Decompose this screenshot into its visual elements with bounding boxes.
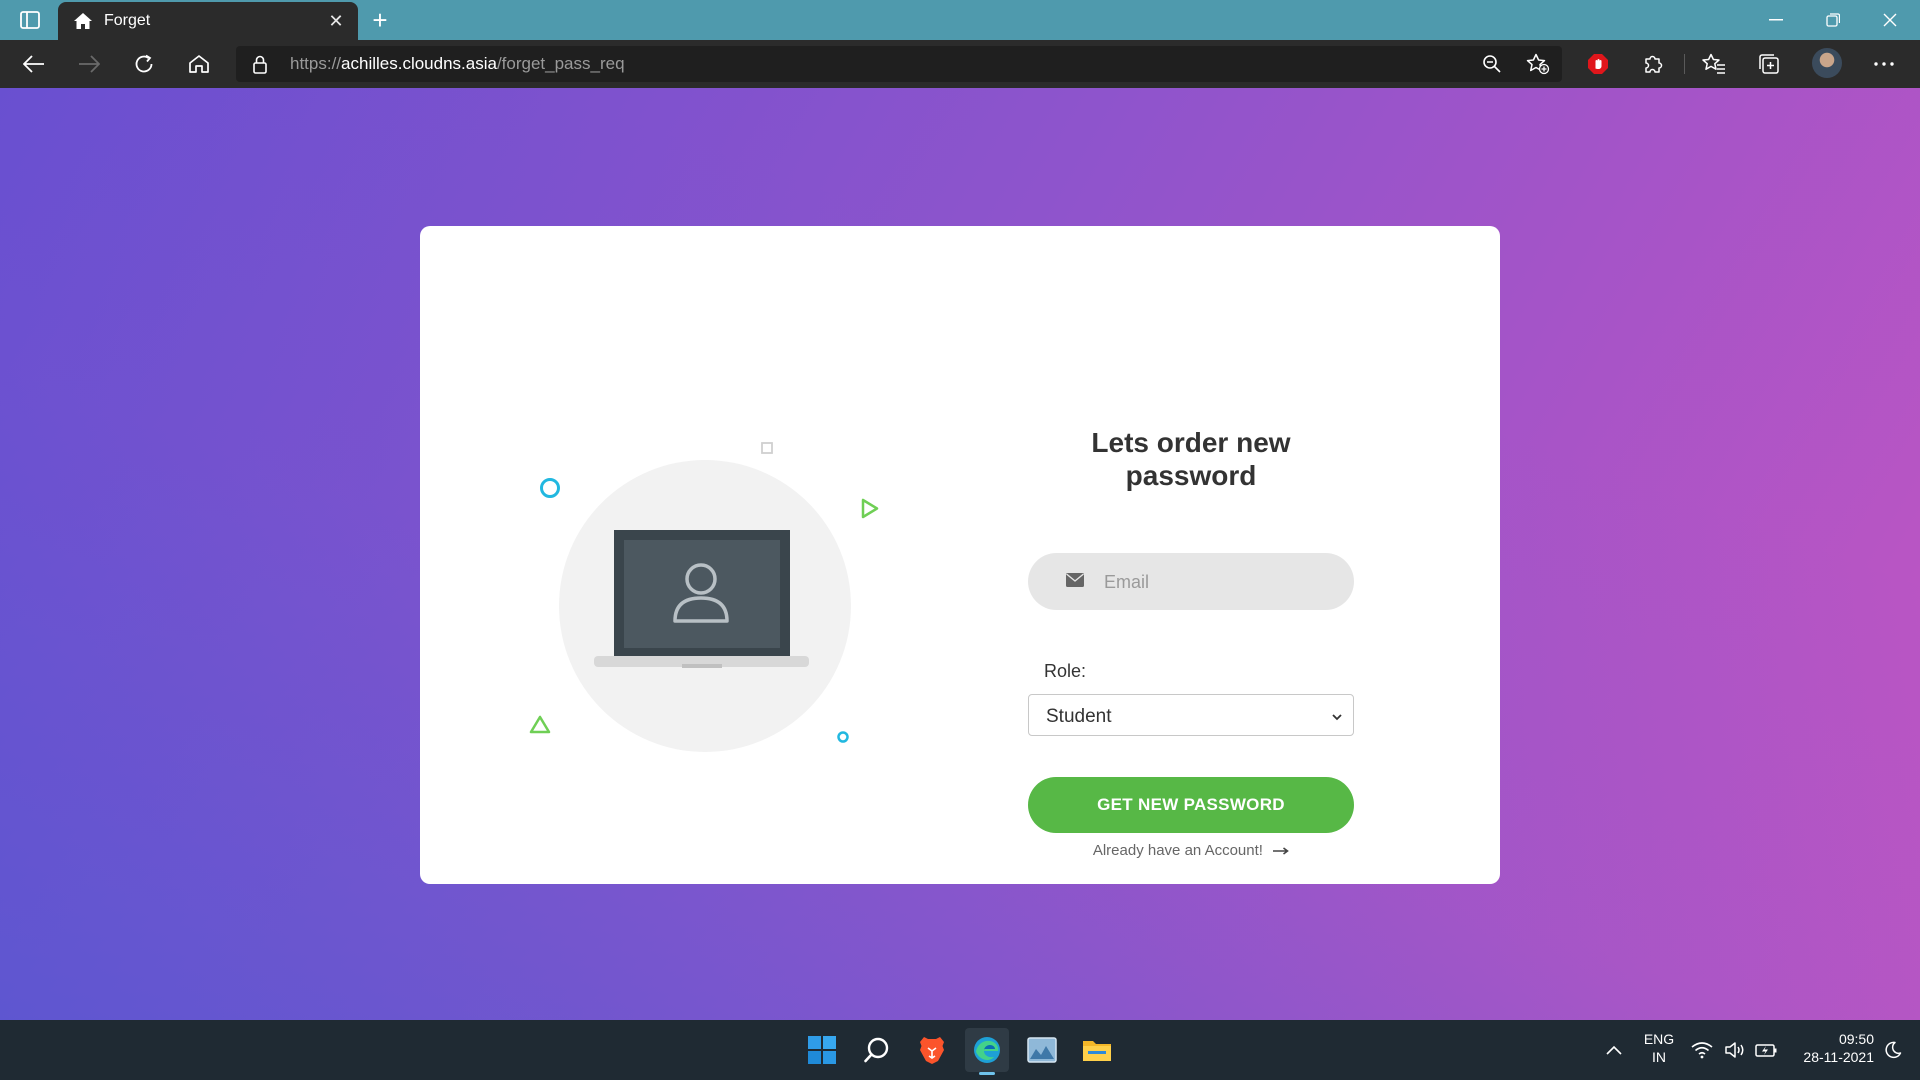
windows-start-icon[interactable] [800, 1028, 844, 1072]
url-text[interactable]: https://achilles.cloudns.asia/forget_pas… [290, 54, 625, 74]
tab-title: Forget [104, 12, 151, 29]
windows-taskbar: ENG IN 09:50 28-11-2021 [0, 1020, 1920, 1080]
url-scheme: https:// [290, 54, 342, 73]
email-input[interactable] [1102, 553, 1336, 612]
chevron-down-icon [1331, 710, 1343, 722]
collections-icon[interactable] [1749, 46, 1789, 82]
brave-browser-icon[interactable] [910, 1028, 954, 1072]
close-tab-icon[interactable]: ✕ [322, 7, 350, 35]
extensions-puzzle-icon[interactable] [1633, 46, 1673, 82]
profile-avatar[interactable] [1812, 48, 1842, 78]
clock-time: 09:50 [1838, 1031, 1874, 1047]
back-arrow-icon[interactable] [14, 46, 54, 82]
favorites-icon[interactable] [1694, 46, 1734, 82]
close-window-icon[interactable] [1862, 4, 1918, 36]
lock-icon[interactable] [250, 54, 270, 74]
url-host: achilles.cloudns.asia [341, 54, 497, 73]
more-menu-icon[interactable] [1864, 46, 1904, 82]
login-link[interactable]: Already have an Account! [1028, 841, 1354, 861]
clock[interactable]: 09:50 28-11-2021 [1788, 1030, 1874, 1066]
restore-icon[interactable] [1805, 4, 1861, 36]
search-icon[interactable] [855, 1028, 899, 1072]
home-favicon-icon [72, 10, 94, 32]
role-selected-value: Student [1046, 706, 1112, 727]
home-icon[interactable] [179, 46, 219, 82]
adblock-extension-icon[interactable] [1578, 46, 1618, 82]
browser-titlebar: Forget ✕ + [0, 0, 1920, 40]
language-region: IN [1652, 1049, 1666, 1065]
clock-date: 28-11-2021 [1803, 1049, 1874, 1065]
photos-app-icon[interactable] [1020, 1028, 1064, 1072]
email-field-wrapper [1028, 553, 1354, 612]
address-bar[interactable]: https://achilles.cloudns.asia/forget_pas… [236, 46, 1562, 82]
battery-icon[interactable] [1747, 1028, 1785, 1072]
forward-arrow-icon[interactable] [69, 46, 109, 82]
zoom-out-icon[interactable] [1482, 54, 1502, 79]
file-explorer-icon[interactable] [1075, 1028, 1119, 1072]
login-link-text: Already have an Account! [1092, 842, 1263, 859]
add-favorite-star-icon[interactable] [1526, 53, 1550, 80]
forgot-password-card: Lets order new password Role: Student GE… [420, 226, 1500, 884]
toolbar-divider [1684, 54, 1685, 74]
form-title-line2: password [1125, 460, 1257, 491]
tab-actions-icon[interactable] [15, 8, 45, 32]
envelope-icon [1066, 573, 1084, 589]
url-path: /forget_pass_req [496, 54, 625, 73]
long-arrow-right-icon [1273, 841, 1289, 861]
edge-browser-icon[interactable] [965, 1028, 1009, 1072]
focus-assist-moon-icon[interactable] [1874, 1028, 1912, 1072]
laptop-user-illustration [529, 442, 879, 752]
role-select[interactable]: Student [1028, 694, 1354, 736]
browser-tab[interactable]: Forget ✕ [58, 2, 358, 40]
new-tab-button[interactable]: + [365, 6, 395, 34]
page-background: Lets order new password Role: Student GE… [0, 88, 1920, 1020]
refresh-icon[interactable] [124, 46, 164, 82]
reset-form: Lets order new password Role: Student GE… [1028, 426, 1354, 859]
chevron-up-icon[interactable] [1592, 1028, 1636, 1072]
role-label: Role: [1044, 661, 1087, 681]
browser-toolbar: https://achilles.cloudns.asia/forget_pas… [0, 40, 1920, 88]
minimize-icon[interactable] [1748, 4, 1804, 36]
form-title: Lets order new password [1028, 426, 1354, 492]
active-app-indicator [979, 1072, 995, 1075]
get-new-password-button[interactable]: GET NEW PASSWORD [1028, 777, 1354, 833]
form-title-line1: Lets order new [1091, 427, 1291, 458]
language-code: ENG [1643, 1031, 1675, 1047]
language-indicator[interactable]: ENG IN [1637, 1030, 1681, 1066]
